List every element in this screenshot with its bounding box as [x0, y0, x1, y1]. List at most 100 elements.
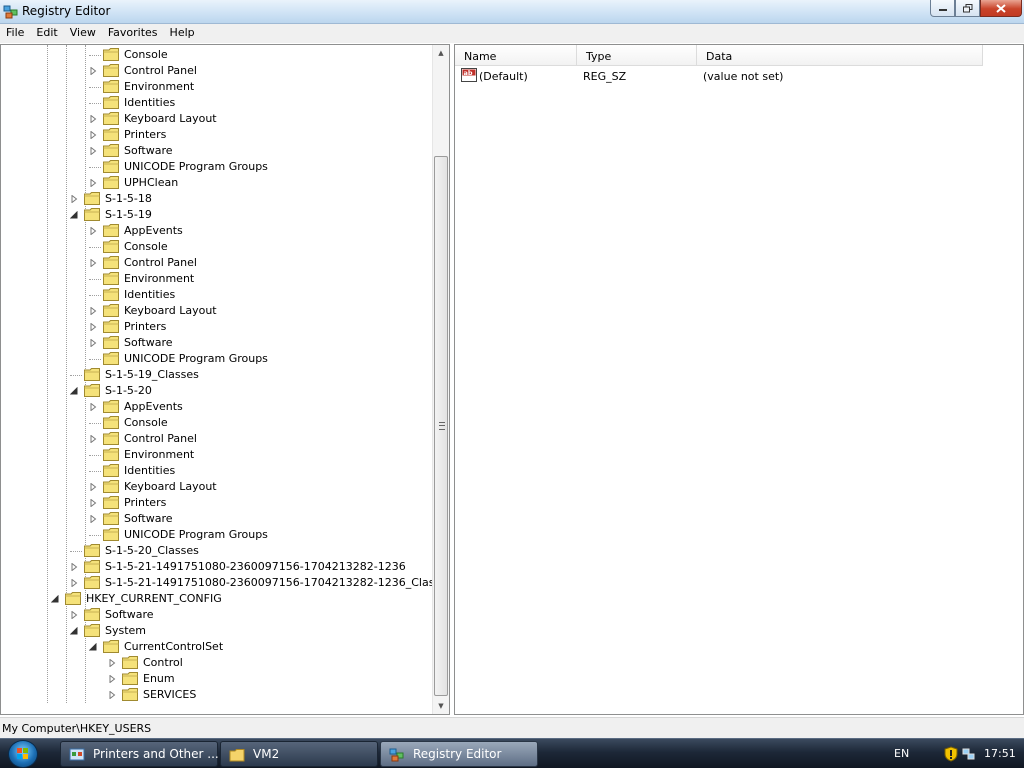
expand-arrow-icon[interactable] — [89, 339, 97, 347]
tree-node[interactable]: UNICODE Program Groups — [1, 159, 433, 175]
language-indicator[interactable]: EN — [894, 747, 909, 760]
expand-arrow-icon[interactable] — [89, 515, 97, 523]
tree-node[interactable]: S-1-5-19_Classes — [1, 367, 433, 383]
expand-arrow-icon[interactable] — [89, 403, 97, 411]
expand-arrow-icon[interactable] — [70, 611, 78, 619]
tree-node[interactable]: SERVICES — [1, 687, 433, 703]
tree-node[interactable]: Keyboard Layout — [1, 479, 433, 495]
tree-node[interactable]: S-1-5-20_Classes — [1, 543, 433, 559]
tree-node-label: Control Panel — [124, 256, 197, 269]
values-list-pane[interactable]: Name Type Data ab (Default) REG_SZ (valu… — [454, 44, 1024, 715]
scroll-up-arrow-icon[interactable]: ▲ — [433, 45, 449, 61]
taskbar-button-registry-editor[interactable]: Registry Editor — [380, 741, 538, 767]
tree-node[interactable]: AppEvents — [1, 223, 433, 239]
tree-node[interactable]: Control Panel — [1, 255, 433, 271]
expand-arrow-icon[interactable] — [89, 499, 97, 507]
collapse-arrow-icon[interactable] — [89, 643, 97, 651]
collapse-arrow-icon[interactable] — [70, 387, 78, 395]
tree-node[interactable]: S-1-5-21-1491751080-2360097156-170421328… — [1, 559, 433, 575]
expand-arrow-icon[interactable] — [89, 115, 97, 123]
tree-scrollbar[interactable]: ▲ ▼ — [432, 45, 449, 714]
security-shield-icon[interactable] — [944, 746, 958, 762]
tree-node[interactable]: Software — [1, 335, 433, 351]
tree-node[interactable]: Software — [1, 511, 433, 527]
start-button[interactable] — [8, 740, 38, 768]
tree-node[interactable]: Printers — [1, 319, 433, 335]
expand-arrow-icon[interactable] — [89, 259, 97, 267]
expand-arrow-icon[interactable] — [108, 675, 116, 683]
tree-node[interactable]: Printers — [1, 127, 433, 143]
column-header-name[interactable]: Name — [455, 45, 577, 66]
menu-help[interactable]: Help — [164, 24, 201, 43]
expand-arrow-icon[interactable] — [108, 659, 116, 667]
expand-arrow-icon[interactable] — [89, 147, 97, 155]
column-header-data[interactable]: Data — [697, 45, 983, 66]
tree-node[interactable]: Console — [1, 415, 433, 431]
tree-node[interactable]: Identities — [1, 463, 433, 479]
collapse-arrow-icon[interactable] — [51, 595, 59, 603]
tree-node[interactable]: Control Panel — [1, 63, 433, 79]
tree-node[interactable]: S-1-5-18 — [1, 191, 433, 207]
close-button[interactable] — [980, 0, 1022, 17]
expand-arrow-icon[interactable] — [89, 131, 97, 139]
network-icon[interactable] — [962, 746, 976, 762]
tree-node[interactable]: Software — [1, 607, 433, 623]
expand-arrow-icon[interactable] — [70, 579, 78, 587]
tree-node[interactable]: Identities — [1, 95, 433, 111]
key-tree-pane[interactable]: Console Control Panel Environment Identitie… — [0, 44, 450, 715]
tree-node[interactable]: S-1-5-20 — [1, 383, 433, 399]
tree-node[interactable]: CurrentControlSet — [1, 639, 433, 655]
tree-node[interactable]: Environment — [1, 447, 433, 463]
tree-node[interactable]: Console — [1, 239, 433, 255]
value-row[interactable]: ab (Default) REG_SZ (value not set) — [455, 67, 1015, 84]
collapse-arrow-icon[interactable] — [70, 627, 78, 635]
tree-node[interactable]: UNICODE Program Groups — [1, 351, 433, 367]
folder-icon — [103, 320, 119, 333]
tree-node[interactable]: HKEY_CURRENT_CONFIG — [1, 591, 433, 607]
expand-arrow-icon[interactable] — [89, 435, 97, 443]
tree-node[interactable]: Software — [1, 143, 433, 159]
tree-node[interactable]: AppEvents — [1, 399, 433, 415]
column-header-type[interactable]: Type — [577, 45, 697, 66]
folder-icon — [103, 336, 119, 349]
tree-node[interactable]: Control Panel — [1, 431, 433, 447]
expand-arrow-icon[interactable] — [89, 67, 97, 75]
expand-arrow-icon[interactable] — [89, 323, 97, 331]
tree-node[interactable]: UPHClean — [1, 175, 433, 191]
tree-node[interactable]: Keyboard Layout — [1, 111, 433, 127]
taskbar-button-printers[interactable]: Printers and Other ... — [60, 741, 219, 767]
folder-icon — [103, 448, 119, 461]
clock[interactable]: 17:51 — [984, 747, 1016, 760]
tree-node[interactable]: Environment — [1, 271, 433, 287]
tree-node[interactable]: Environment — [1, 79, 433, 95]
tree-connector — [89, 471, 101, 472]
collapse-arrow-icon[interactable] — [70, 211, 78, 219]
menu-view[interactable]: View — [64, 24, 102, 43]
expand-arrow-icon[interactable] — [70, 195, 78, 203]
menu-edit[interactable]: Edit — [30, 24, 63, 43]
tree-node[interactable]: Identities — [1, 287, 433, 303]
expand-arrow-icon[interactable] — [89, 483, 97, 491]
taskbar-button-vm2[interactable]: VM2 — [220, 741, 378, 767]
tree-node[interactable]: Enum — [1, 671, 433, 687]
scroll-thumb[interactable] — [434, 156, 448, 696]
folder-icon — [103, 272, 119, 285]
expand-arrow-icon[interactable] — [89, 307, 97, 315]
expand-arrow-icon[interactable] — [70, 563, 78, 571]
expand-arrow-icon[interactable] — [108, 691, 116, 699]
tree-node[interactable]: Printers — [1, 495, 433, 511]
tree-node[interactable]: S-1-5-19 — [1, 207, 433, 223]
maximize-button[interactable] — [955, 0, 980, 17]
tree-node[interactable]: System — [1, 623, 433, 639]
scroll-down-arrow-icon[interactable]: ▼ — [433, 698, 449, 714]
tree-node[interactable]: Keyboard Layout — [1, 303, 433, 319]
menu-file[interactable]: File — [0, 24, 30, 43]
expand-arrow-icon[interactable] — [89, 179, 97, 187]
minimize-button[interactable] — [930, 0, 955, 17]
menu-favorites[interactable]: Favorites — [102, 24, 164, 43]
tree-node[interactable]: Console — [1, 47, 433, 63]
tree-node[interactable]: Control — [1, 655, 433, 671]
tree-node[interactable]: UNICODE Program Groups — [1, 527, 433, 543]
tree-node[interactable]: S-1-5-21-1491751080-2360097156-170421328… — [1, 575, 449, 591]
expand-arrow-icon[interactable] — [89, 227, 97, 235]
